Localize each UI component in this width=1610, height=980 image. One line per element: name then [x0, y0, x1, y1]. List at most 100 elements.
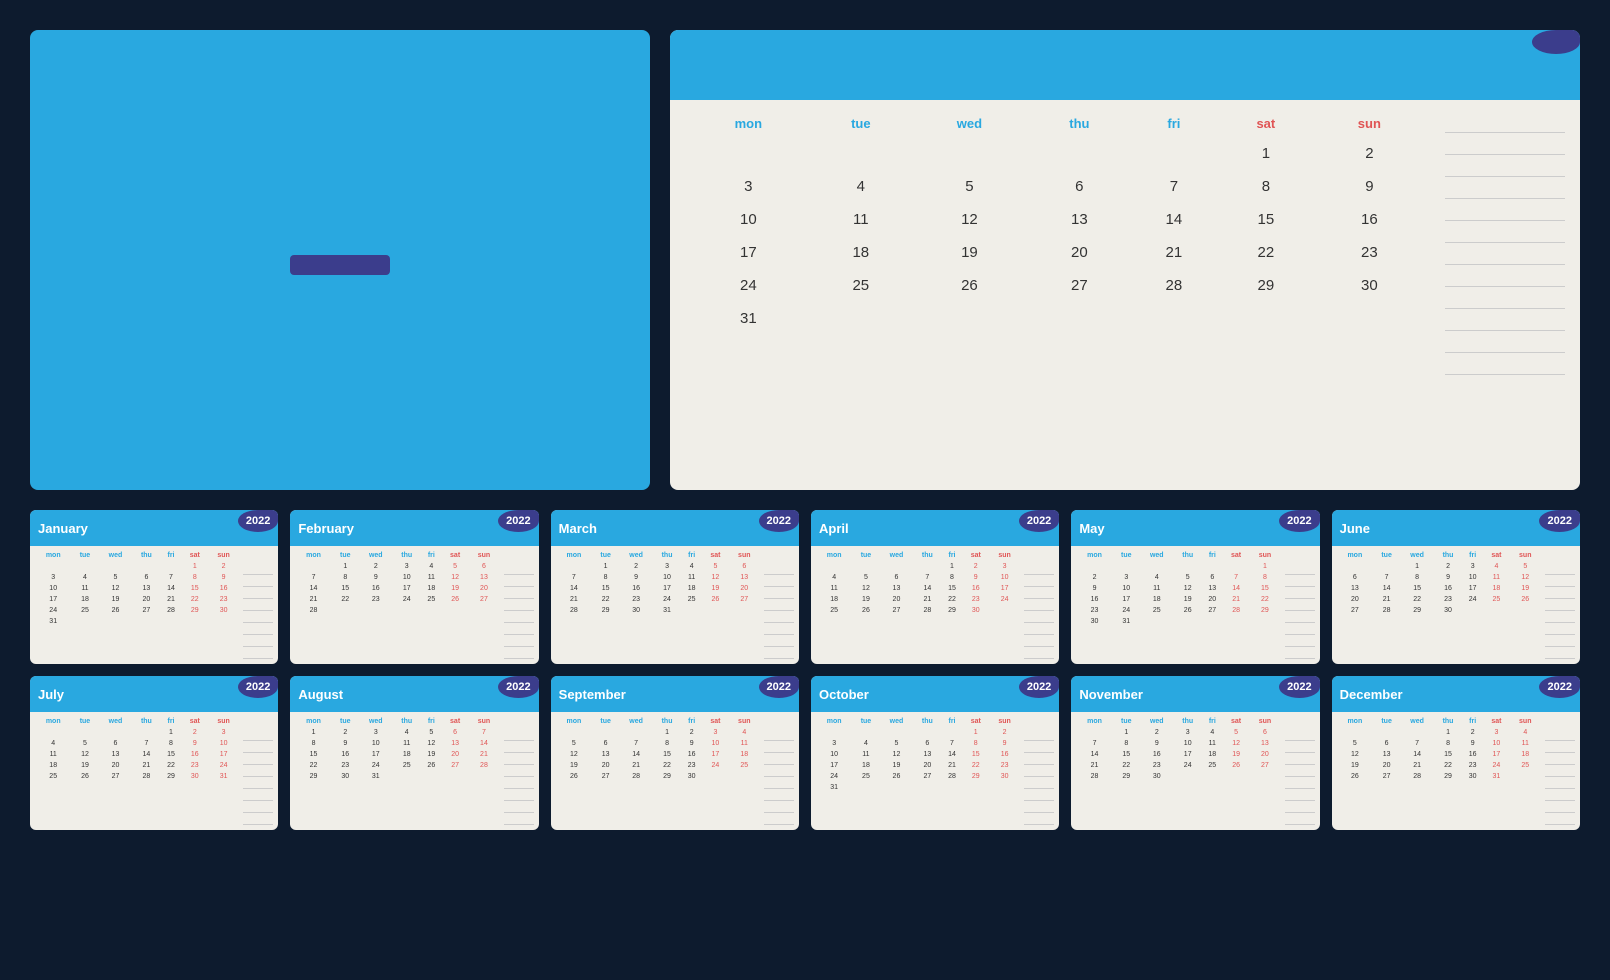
mini-day: 11 [1483, 572, 1509, 583]
mini-th-wed: wed [619, 716, 653, 727]
mini-day: 28 [1400, 771, 1434, 782]
mini-day: 15 [941, 583, 962, 594]
th-wed: wed [910, 110, 1029, 137]
mini-day: 7 [556, 572, 592, 583]
mini-day: 4 [1140, 572, 1174, 583]
mini-note-line [504, 731, 534, 741]
mini-day: 15 [160, 749, 181, 760]
mini-day: 15 [1249, 583, 1280, 594]
mini-day: 18 [1140, 594, 1174, 605]
mini-year-badge: 2022 [759, 676, 799, 698]
mini-th-mon: mon [1076, 716, 1112, 727]
mini-day: 2 [963, 561, 989, 572]
mini-note-line [764, 755, 794, 765]
mini-day: 21 [1076, 760, 1112, 771]
note-line-3 [1445, 159, 1565, 177]
mini-day [1400, 727, 1434, 738]
mini-day: 10 [359, 738, 393, 749]
mini-note-line [1285, 637, 1315, 647]
mini-notes-area [1545, 550, 1575, 659]
mini-day: 24 [1174, 760, 1202, 771]
mini-day: 10 [702, 738, 728, 749]
mini-year-badge: 2022 [1279, 676, 1319, 698]
mini-day: 26 [1337, 771, 1373, 782]
note-line-5 [1445, 203, 1565, 221]
mini-note-line [1024, 779, 1054, 789]
mini-day: 15 [182, 583, 208, 594]
jan-body: mon tue wed thu fri sat sun 123456789101… [670, 100, 1580, 490]
mini-day: 21 [468, 749, 499, 760]
mini-header: October2022 [811, 676, 1059, 712]
mini-note-line [1024, 791, 1054, 801]
mini-day [852, 727, 879, 738]
mini-note-line [504, 601, 534, 611]
note-line-6 [1445, 225, 1565, 243]
mini-month-name: January [38, 521, 88, 536]
mini-note-line [1545, 767, 1575, 777]
mini-note-line [504, 779, 534, 789]
mini-note-line [1545, 625, 1575, 635]
mini-grid-area: montuewedthufrisatsun1234567891011121314… [1076, 550, 1280, 659]
jan-day: 10 [685, 203, 812, 236]
mini-day: 28 [160, 605, 181, 616]
all-months: January 2022 montuewedthufrisatsun12345678… [30, 510, 1580, 830]
mini-th-wed: wed [880, 550, 914, 561]
mini-month-name: June [1340, 521, 1370, 536]
jan-day [812, 137, 910, 170]
mini-day: 13 [1249, 738, 1280, 749]
jan-day: 24 [685, 269, 812, 302]
mini-note-line [1285, 743, 1315, 753]
mini-note-line [764, 779, 794, 789]
mini-header: December2022 [1332, 676, 1580, 712]
mini-day: 8 [1400, 572, 1434, 583]
mini-day: 30 [963, 605, 989, 616]
mini-note-line [764, 731, 794, 741]
mini-day: 22 [1249, 594, 1280, 605]
mini-day: 28 [556, 605, 592, 616]
th-fri: fri [1130, 110, 1218, 137]
mini-day: 5 [1510, 561, 1541, 572]
mini-note-line [764, 637, 794, 647]
mini-th-fri: fri [1202, 716, 1223, 727]
mini-day: 12 [71, 749, 98, 760]
mini-grid-area: montuewedthufrisatsun1234567891011121314… [556, 716, 760, 825]
mini-day: 10 [208, 738, 239, 749]
mini-day: 25 [393, 760, 421, 771]
mini-day: 8 [963, 738, 989, 749]
mini-day: 27 [1373, 771, 1400, 782]
mini-note-line [1285, 625, 1315, 635]
mini-th-fri: fri [1462, 716, 1483, 727]
mini-note-line [764, 601, 794, 611]
mini-note-line [243, 637, 273, 647]
mini-grid-area: montuewedthufrisatsun1234567891011121314… [1337, 716, 1541, 825]
mini-day: 4 [1483, 561, 1509, 572]
mini-month-card: May2022montuewedthufrisatsun123456789101… [1071, 510, 1319, 664]
mini-th-mon: mon [816, 716, 852, 727]
mini-month-card: June2022montuewedthufrisatsun12345678910… [1332, 510, 1580, 664]
mini-day [816, 561, 852, 572]
mini-day: 15 [1113, 749, 1140, 760]
mini-day [160, 616, 181, 627]
jan-header [670, 30, 1580, 100]
mini-day [132, 561, 160, 572]
mini-day: 31 [208, 771, 239, 782]
mini-th-wed: wed [359, 716, 393, 727]
mini-note-line [243, 755, 273, 765]
mini-note-line [1285, 601, 1315, 611]
jan-day: 7 [1130, 170, 1218, 203]
mini-day [989, 605, 1020, 616]
mini-note-line [243, 791, 273, 801]
mini-note-line [1024, 613, 1054, 623]
mini-day [99, 616, 133, 627]
jan-day: 1 [1218, 137, 1314, 170]
mini-day: 5 [1337, 738, 1373, 749]
mini-note-line [1285, 613, 1315, 623]
mini-note-line [1545, 589, 1575, 599]
mini-day: 19 [99, 594, 133, 605]
mini-th-thu: thu [653, 550, 681, 561]
mini-day: 4 [71, 572, 98, 583]
mini-day [1140, 561, 1174, 572]
mini-th-thu: thu [132, 716, 160, 727]
mini-month-name: July [38, 687, 64, 702]
mini-day: 4 [421, 561, 442, 572]
